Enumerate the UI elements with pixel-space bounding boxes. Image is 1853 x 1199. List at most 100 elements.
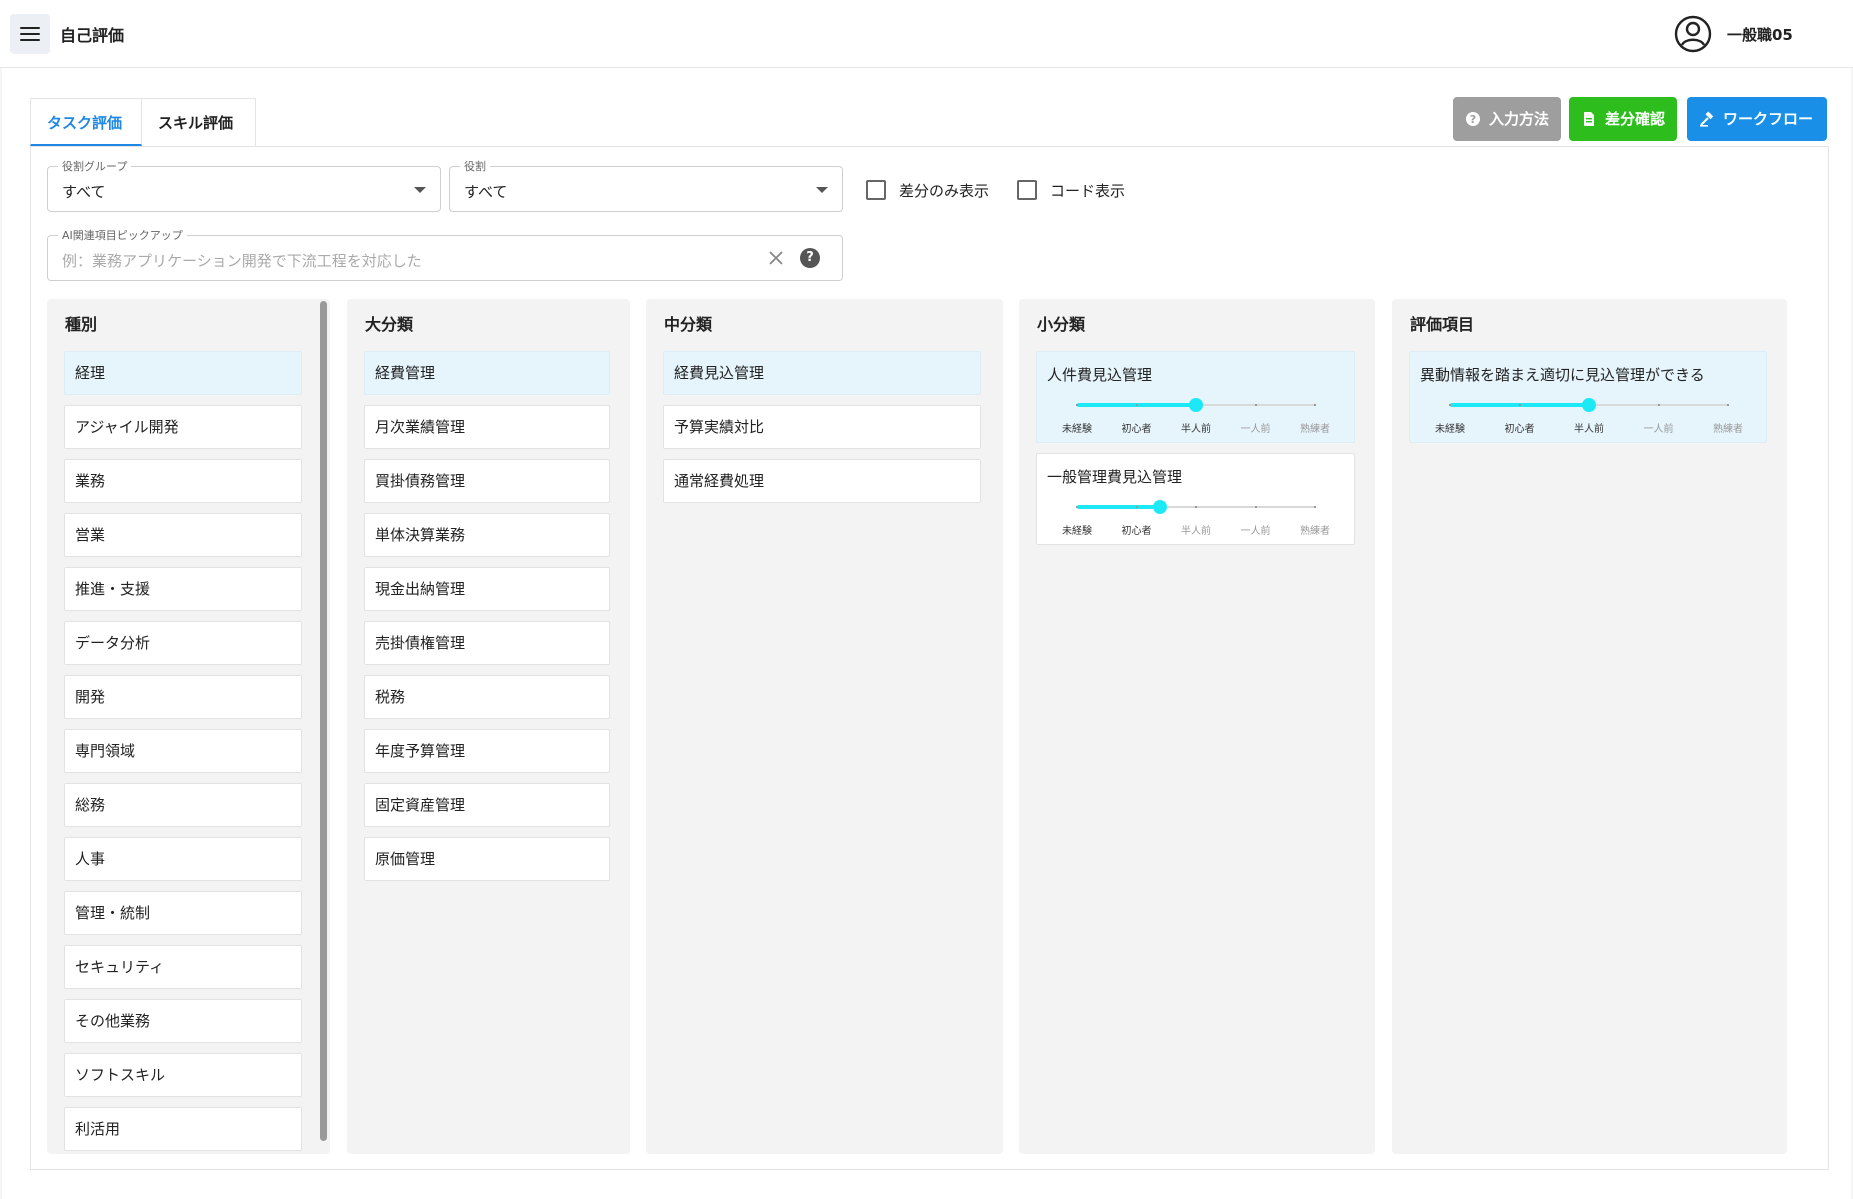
ai-pickup-label: AI関連項目ピックアップ	[58, 227, 187, 243]
gavel-icon	[1700, 111, 1714, 127]
list-item[interactable]: 経費管理	[364, 351, 610, 395]
list-item[interactable]: 利活用	[64, 1107, 302, 1151]
slider-tick	[1518, 404, 1521, 406]
list-item[interactable]: 開発	[64, 675, 302, 719]
level-slider[interactable]	[1076, 398, 1316, 412]
skill-name: 一般管理費見込管理	[1047, 468, 1183, 486]
slider-thumb[interactable]	[1189, 398, 1203, 412]
role-label: 役割	[460, 158, 490, 174]
checkbox-icon[interactable]	[866, 180, 886, 200]
slider-tick	[1657, 404, 1660, 406]
level-label: 一人前	[1240, 424, 1271, 435]
role-group-value: すべて	[62, 183, 106, 201]
close-icon[interactable]	[766, 248, 786, 268]
workflow-button[interactable]: ワークフロー	[1687, 97, 1827, 141]
skill-card[interactable]: 異動情報を踏まえ適切に見込管理ができる 未経験 初心者 半人前 一人前 熟練者	[1409, 351, 1767, 443]
list-item[interactable]: データ分析	[64, 621, 302, 665]
list-item[interactable]: アジャイル開発	[64, 405, 302, 449]
level-label: 熟練者	[1300, 424, 1330, 435]
role-group-select[interactable]: 役割グループ すべて	[47, 158, 441, 212]
list-item[interactable]: 管理・統制	[64, 891, 302, 935]
list-item[interactable]: 人事	[64, 837, 302, 881]
diff-check-label: 差分確認	[1605, 110, 1666, 128]
middle-list: 経費見込管理 予算実績対比 通常経費処理	[663, 351, 981, 513]
skill-card[interactable]: 一般管理費見込管理 未経験 初心者 半人前 一人前 熟練者	[1036, 453, 1355, 545]
user-menu[interactable]: 一般職05	[1673, 14, 1853, 54]
list-item[interactable]: 買掛債務管理	[364, 459, 610, 503]
ai-pickup-placeholder: 例：業務アプリケーション開発で下流工程を対応した	[62, 252, 422, 270]
list-item[interactable]: 原価管理	[364, 837, 610, 881]
role-group-label: 役割グループ	[58, 158, 132, 174]
minor-column: 小分類 人件費見込管理 未経験 初心者 半人前 一人前 熟練者 一般管理費見込管理 未経験 初心…	[1019, 299, 1375, 1154]
skill-card[interactable]: 人件費見込管理未経験 初心者 半人前 一人前 熟練者	[1036, 351, 1355, 443]
checkbox-icon[interactable]	[1017, 180, 1037, 200]
list-item[interactable]: 専門領域	[64, 729, 302, 773]
list-item[interactable]: 予算実績対比	[663, 405, 981, 449]
slider-thumb[interactable]	[1582, 398, 1596, 412]
level-label: 未経験	[1062, 424, 1092, 435]
type-column-title: 種別	[65, 315, 98, 334]
list-item[interactable]: 推進・支援	[64, 567, 302, 611]
role-value: すべて	[464, 183, 508, 201]
code-display-checkbox[interactable]: コード表示	[1017, 178, 1137, 202]
list-item[interactable]: ソフトスキル	[64, 1053, 302, 1097]
list-item[interactable]: 年度予算管理	[364, 729, 610, 773]
level-slider[interactable]	[1076, 500, 1316, 514]
skill-name: 異動情報を踏まえ適切に見込管理ができる	[1420, 366, 1705, 384]
level-label: 初心者	[1121, 424, 1152, 435]
help-icon: ?	[1466, 112, 1480, 126]
slider-tick	[1254, 404, 1257, 406]
tab-skill-evaluation[interactable]: スキル評価	[142, 98, 256, 146]
list-item[interactable]: 単体決算業務	[364, 513, 610, 557]
skill-name: 人件費見込管理	[1047, 366, 1153, 384]
type-list: 経理アジャイル開発 業務営業推進・支援データ分析開発専門領域総務人事管理・統制セキ…	[64, 351, 302, 1161]
major-column: 大分類 経費管理 月次業績管理 買掛債務管理 単体決算業務 現金出納管理 売掛債権管理 税務…	[347, 299, 630, 1154]
level-label: 初心者	[1121, 526, 1152, 537]
tab-task-evaluation[interactable]: タスク評価	[30, 98, 142, 146]
list-item[interactable]: 月次業績管理	[364, 405, 610, 449]
howto-button[interactable]: ? 入力方法	[1453, 97, 1561, 141]
workflow-label: ワークフロー	[1723, 110, 1814, 128]
howto-label: 入力方法	[1489, 110, 1550, 128]
list-item[interactable]: 現金出納管理	[364, 567, 610, 611]
level-label: 一人前	[1643, 424, 1674, 435]
level-slider[interactable]	[1449, 398, 1729, 412]
chevron-down-icon	[816, 187, 828, 193]
svg-text:?: ?	[1470, 113, 1476, 126]
diff-only-label: 差分のみ表示	[899, 182, 990, 200]
role-select[interactable]: 役割 すべて	[449, 158, 843, 212]
middle-column-title: 中分類	[664, 315, 713, 334]
diff-only-checkbox[interactable]: 差分のみ表示	[866, 178, 1006, 202]
list-item[interactable]: その他業務	[64, 999, 302, 1043]
list-item[interactable]: 経理	[64, 351, 302, 395]
list-item[interactable]: 固定資産管理	[364, 783, 610, 827]
level-label: 半人前	[1574, 424, 1604, 435]
scrollbar[interactable]	[320, 301, 327, 1141]
list-item[interactable]: 売掛債権管理	[364, 621, 610, 665]
slider-thumb[interactable]	[1153, 500, 1168, 514]
level-label: 半人前	[1181, 424, 1211, 435]
menu-icon[interactable]	[10, 14, 50, 54]
diff-check-button[interactable]: 差分確認	[1569, 97, 1677, 141]
chevron-down-icon	[414, 187, 426, 193]
ai-pickup-input[interactable]: AI関連項目ピックアップ 例：業務アプリケーション開発で下流工程を対応した ?	[47, 227, 843, 281]
slider-tick	[1135, 506, 1138, 508]
slider-tick	[1314, 404, 1316, 406]
list-item[interactable]: 総務	[64, 783, 302, 827]
list-item[interactable]: セキュリティ	[64, 945, 302, 989]
level-label: 熟練者	[1300, 526, 1330, 537]
list-item[interactable]: 通常経費処理	[663, 459, 981, 503]
evaluation-column: 評価項目 異動情報を踏まえ適切に見込管理ができる 未経験 初心者 半人前 一人前 熟練者	[1392, 299, 1787, 1154]
list-item[interactable]: 業務	[64, 459, 302, 503]
help-icon[interactable]: ?	[800, 248, 820, 268]
user-name: 一般職05	[1727, 26, 1793, 44]
list-item[interactable]: 税務	[364, 675, 610, 719]
slider-tick	[1314, 506, 1316, 508]
level-label: 一人前	[1240, 526, 1271, 537]
level-label: 未経験	[1435, 424, 1465, 435]
minor-list: 人件費見込管理 未経験 初心者 半人前 一人前 熟練者 一般管理費見込管理 未経験 初心者 半人前…	[1036, 351, 1355, 555]
list-item[interactable]: 経費見込管理	[663, 351, 981, 395]
slider-fill	[1077, 505, 1161, 509]
list-item[interactable]: 営業	[64, 513, 302, 557]
evaluation-list: 異動情報を踏まえ適切に見込管理ができる 未経験 初心者 半人前 一人前 熟練者	[1409, 351, 1767, 453]
